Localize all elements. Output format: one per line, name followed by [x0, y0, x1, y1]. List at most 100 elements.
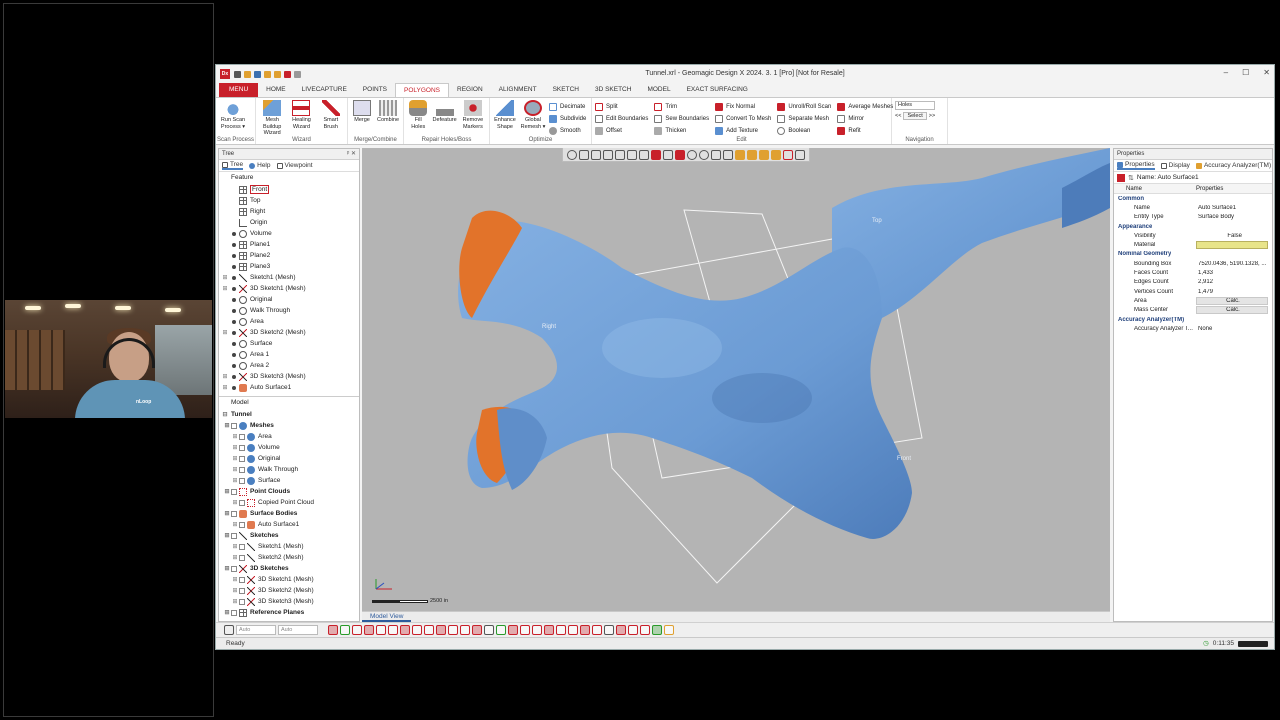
- feature-item[interactable]: Surface: [221, 338, 359, 349]
- select-paint-icon[interactable]: [711, 150, 721, 160]
- feature-item[interactable]: ⊞ 3D Sketch2 (Mesh): [221, 327, 359, 338]
- feature-item[interactable]: ⊞ Sketch1 (Mesh): [221, 272, 359, 283]
- view-front-icon[interactable]: [591, 150, 601, 160]
- feature-item[interactable]: ⊞ 3D Sketch1 (Mesh): [221, 283, 359, 294]
- tab-menu[interactable]: MENU: [219, 83, 259, 97]
- selection-filter-icon[interactable]: [364, 625, 374, 635]
- visibility-checkbox[interactable]: [231, 488, 237, 495]
- tab-home[interactable]: HOME: [258, 83, 294, 97]
- expand-icon[interactable]: ⊞: [231, 587, 239, 594]
- selection-filter-icon[interactable]: [532, 625, 542, 635]
- visibility-dot-icon[interactable]: [232, 385, 236, 390]
- visibility-checkbox[interactable]: [231, 532, 237, 539]
- visibility-checkbox[interactable]: [239, 598, 245, 605]
- model-item[interactable]: ⊞ Sketch2 (Mesh): [221, 552, 359, 563]
- visibility-checkbox[interactable]: [231, 422, 237, 429]
- expand-icon[interactable]: ⊞: [223, 488, 231, 495]
- property-value[interactable]: False: [1196, 233, 1272, 239]
- filter-all-icon[interactable]: [795, 150, 805, 160]
- visibility-dot-icon[interactable]: [232, 319, 236, 324]
- tab-properties[interactable]: Properties: [1117, 161, 1155, 170]
- visibility-checkbox[interactable]: [239, 499, 245, 506]
- feature-item[interactable]: Area 2: [221, 360, 359, 371]
- model-item[interactable]: ⊞ Area: [221, 431, 359, 442]
- visibility-dot-icon[interactable]: [232, 374, 236, 379]
- filter-dropdown-2[interactable]: Auto: [278, 625, 318, 635]
- selection-filter-icon[interactable]: [328, 625, 338, 635]
- model-category[interactable]: ⊞ Point Clouds: [221, 486, 359, 497]
- minimize-button[interactable]: –: [1224, 68, 1228, 77]
- model-item[interactable]: ⊞ Copied Point Cloud: [221, 497, 359, 508]
- tab-region[interactable]: REGION: [449, 83, 491, 97]
- model-item[interactable]: ⊞ 3D Sketch3 (Mesh): [221, 596, 359, 607]
- select-circle-icon[interactable]: [687, 150, 697, 160]
- expand-icon[interactable]: ⊞: [231, 598, 239, 605]
- undo-icon[interactable]: [284, 70, 291, 78]
- selection-filter-icon[interactable]: [604, 625, 614, 635]
- selection-filter-icon[interactable]: [448, 625, 458, 635]
- expand-icon[interactable]: ⊞: [223, 532, 231, 539]
- visibility-dot-icon[interactable]: [232, 363, 236, 368]
- select-lasso-icon[interactable]: [699, 150, 709, 160]
- selection-filter-icon[interactable]: [388, 625, 398, 635]
- tab-3d-sketch[interactable]: 3D SKETCH: [587, 83, 639, 97]
- filter-dropdown-1[interactable]: Auto: [236, 625, 276, 635]
- open-icon[interactable]: [244, 70, 251, 78]
- tab-alignment[interactable]: ALIGNMENT: [491, 83, 545, 97]
- tab-model-view[interactable]: Model View: [362, 612, 412, 622]
- filter-mesh-icon[interactable]: [747, 150, 757, 160]
- visibility-dot-icon[interactable]: [232, 275, 236, 280]
- feature-item[interactable]: Area: [221, 316, 359, 327]
- selection-filter-icon[interactable]: [556, 625, 566, 635]
- selection-filter-icon[interactable]: [460, 625, 470, 635]
- filter-body-icon[interactable]: [771, 150, 781, 160]
- average-meshes-button[interactable]: Average Meshes: [837, 102, 893, 112]
- nav-prev-button[interactable]: <<: [895, 113, 901, 119]
- model-item[interactable]: ⊞ 3D Sketch1 (Mesh): [221, 574, 359, 585]
- feature-item[interactable]: Original: [221, 294, 359, 305]
- tab-sketch[interactable]: SKETCH: [545, 83, 587, 97]
- material-swatch[interactable]: [1196, 241, 1268, 250]
- filter-point-icon[interactable]: [735, 150, 745, 160]
- expand-icon[interactable]: ⊞: [231, 499, 239, 506]
- visibility-checkbox[interactable]: [239, 433, 245, 440]
- selection-filter-icon[interactable]: [496, 625, 506, 635]
- visibility-checkbox[interactable]: [239, 521, 245, 528]
- visibility-checkbox[interactable]: [239, 554, 245, 561]
- tab-help[interactable]: Help: [249, 162, 271, 169]
- selection-filter-icon[interactable]: [400, 625, 410, 635]
- refit-button[interactable]: Refit: [837, 126, 893, 136]
- model-category[interactable]: ⊞ Meshes: [221, 420, 359, 431]
- split-button[interactable]: Split: [595, 102, 648, 112]
- smooth-button[interactable]: Smooth: [549, 126, 586, 136]
- view-cube-icon[interactable]: [579, 150, 589, 160]
- model-item[interactable]: ⊞ Volume: [221, 442, 359, 453]
- view-fit-icon[interactable]: [603, 150, 613, 160]
- expand-icon[interactable]: ⊞: [231, 466, 239, 473]
- expand-icon[interactable]: ⊞: [221, 285, 229, 292]
- visibility-dot-icon[interactable]: [232, 242, 236, 247]
- expand-icon[interactable]: ⊞: [231, 433, 239, 440]
- selection-filter-icon[interactable]: [664, 625, 674, 635]
- visibility-dot-icon[interactable]: [232, 253, 236, 258]
- feature-item[interactable]: Right: [221, 206, 359, 217]
- tab-exact-surfacing[interactable]: EXACT SURFACING: [679, 83, 756, 97]
- offset-button[interactable]: Offset: [595, 126, 648, 136]
- tab-model[interactable]: MODEL: [639, 83, 678, 97]
- selection-mode-icon[interactable]: [224, 625, 234, 635]
- visibility-dot-icon[interactable]: [232, 231, 236, 236]
- expand-icon[interactable]: ⊞: [231, 444, 239, 451]
- tab-polygons[interactable]: POLYGONS: [395, 83, 450, 97]
- visibility-checkbox[interactable]: [239, 444, 245, 451]
- tab-viewpoint[interactable]: Viewpoint: [276, 162, 313, 169]
- feature-item[interactable]: Area 1: [221, 349, 359, 360]
- model-item[interactable]: ⊞ 3D Sketch2 (Mesh): [221, 585, 359, 596]
- select-rect-icon[interactable]: [675, 150, 685, 160]
- selection-filter-icon[interactable]: [412, 625, 422, 635]
- expand-icon[interactable]: ⊞: [231, 543, 239, 550]
- visibility-dot-icon[interactable]: [232, 341, 236, 346]
- model-viewport[interactable]: Right Top Front 2500 in: [362, 148, 1110, 611]
- visibility-checkbox[interactable]: [231, 609, 237, 616]
- feature-item[interactable]: Top: [221, 195, 359, 206]
- feature-item[interactable]: Plane3: [221, 261, 359, 272]
